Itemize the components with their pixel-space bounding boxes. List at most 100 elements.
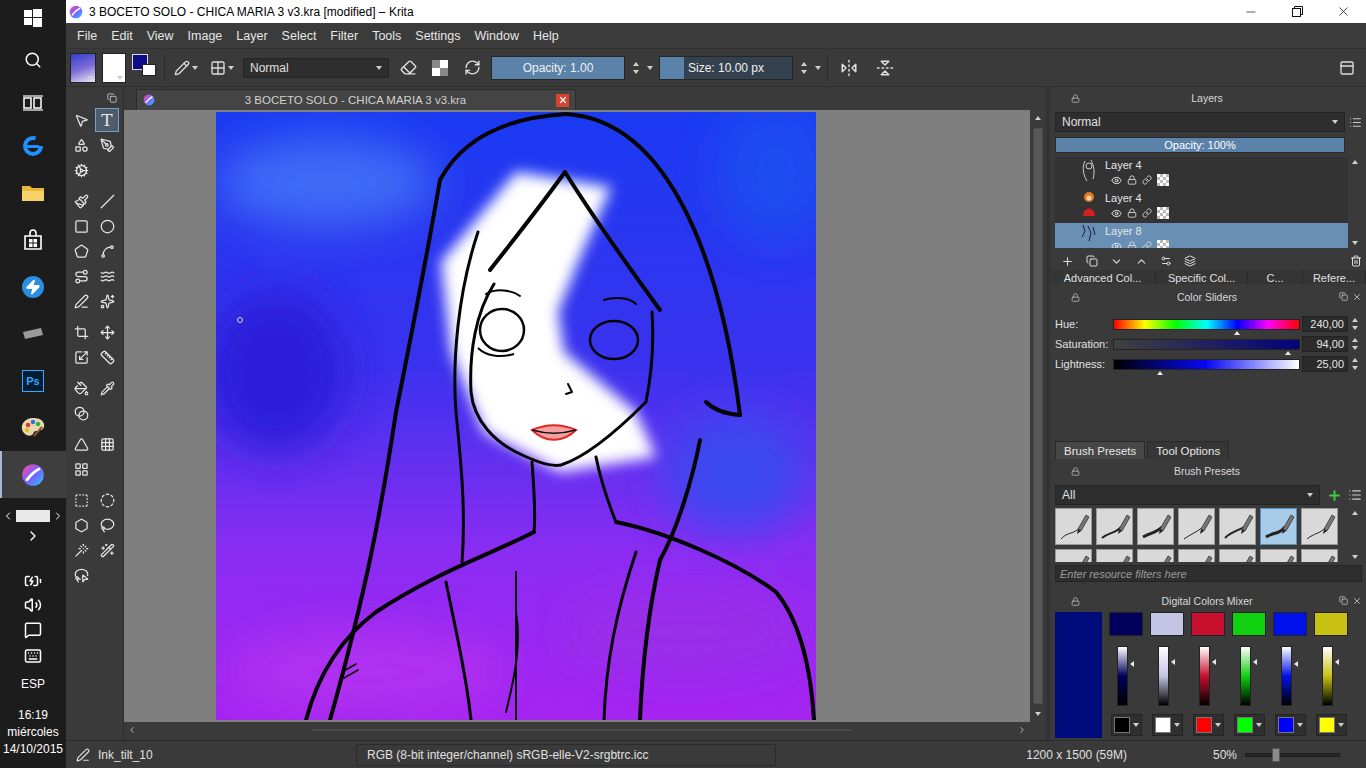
move-down-icon[interactable] (1110, 255, 1123, 268)
notification-icon[interactable] (24, 621, 42, 639)
tool-button[interactable] (95, 189, 119, 213)
tool-button[interactable] (69, 133, 93, 157)
mixer-slider[interactable] (1240, 646, 1251, 706)
layer-row[interactable]: Layer 8 (1055, 223, 1348, 248)
vertical-scrollbar[interactable] (1030, 110, 1046, 722)
mixer-slider[interactable] (1117, 646, 1128, 706)
minimize-button[interactable] (1228, 0, 1274, 23)
preset-tile[interactable] (1055, 549, 1092, 562)
menu-item[interactable]: Filter (323, 29, 365, 43)
reload-preset-button[interactable] (459, 54, 485, 82)
tool-button[interactable] (95, 432, 119, 456)
eraser-mode-button[interactable] (395, 54, 421, 82)
blend-mode-select[interactable]: Normal (243, 58, 389, 78)
size-spin[interactable] (799, 62, 809, 74)
mixer-slider[interactable] (1281, 646, 1292, 706)
tool-button[interactable] (69, 320, 93, 344)
mixer-slider[interactable] (1322, 646, 1333, 706)
move-up-icon[interactable] (1135, 255, 1148, 268)
taskbar-scroller[interactable] (0, 508, 66, 524)
tool-button[interactable] (95, 264, 119, 288)
inherit-alpha-icon[interactable] (1142, 175, 1152, 185)
close-icon[interactable] (1352, 292, 1362, 302)
float-icon[interactable] (107, 93, 117, 103)
menu-item[interactable]: File (70, 29, 104, 43)
duplicate-layer-icon[interactable] (1086, 255, 1098, 267)
preset-tile[interactable] (1219, 549, 1256, 562)
tool-button[interactable] (69, 376, 93, 400)
folder-icon[interactable] (21, 183, 45, 203)
mirror-horizontal-button[interactable] (834, 54, 864, 82)
tool-button[interactable] (69, 538, 93, 562)
chevron-right-icon[interactable] (25, 528, 41, 544)
inherit-alpha-icon[interactable] (1142, 241, 1152, 248)
mixer-swatch[interactable] (1191, 612, 1225, 636)
opacity-spin[interactable] (631, 62, 641, 74)
tool-button[interactable]: T (95, 108, 119, 132)
chevron-left-icon[interactable] (127, 725, 137, 735)
preset-tile[interactable] (1137, 508, 1174, 545)
preset-tile[interactable] (1096, 549, 1133, 562)
float-icon[interactable] (1339, 292, 1348, 301)
mirror-vertical-button[interactable] (870, 54, 900, 82)
menu-item[interactable]: Settings (408, 29, 467, 43)
tool-button[interactable] (95, 289, 119, 313)
tool-button[interactable] (69, 432, 93, 456)
mixer-marker[interactable] (1253, 659, 1257, 665)
zoom-slider[interactable] (1245, 753, 1340, 757)
mixer-preset-button[interactable] (1193, 714, 1224, 736)
size-slider[interactable]: Size: 10.00 px (659, 56, 793, 80)
layer-row[interactable]: Layer 4 (1055, 157, 1348, 190)
docker-tab[interactable]: Specific Col... (1156, 270, 1248, 284)
taskbar-item[interactable]: Ps (0, 357, 66, 404)
preset-tile[interactable] (1096, 508, 1133, 545)
menu-item[interactable]: Tools (365, 29, 408, 43)
taskbar-item[interactable] (0, 263, 66, 310)
current-color[interactable] (1055, 612, 1102, 738)
opacity-slider[interactable]: Opacity: 1.00 (491, 56, 625, 80)
tool-button[interactable] (95, 513, 119, 537)
mixer-marker[interactable] (1171, 659, 1175, 665)
workspace-button[interactable] (1334, 54, 1360, 82)
docker-tab[interactable]: Refere... (1303, 270, 1366, 284)
tool-button[interactable] (69, 345, 93, 369)
tool-button[interactable] (69, 563, 93, 587)
mixer-swatch[interactable] (1109, 612, 1143, 636)
color-selector[interactable] (132, 54, 158, 82)
mixer-marker[interactable] (1130, 661, 1134, 667)
input-language[interactable]: ESP (0, 669, 66, 699)
chevron-right-icon[interactable] (52, 510, 64, 522)
canvas-viewport[interactable] (124, 110, 1030, 722)
alpha-lock-icon[interactable] (1157, 174, 1169, 186)
action-center[interactable] (0, 617, 66, 643)
taskbar-item[interactable] (0, 169, 66, 216)
mixer-preset-button[interactable] (1111, 714, 1142, 736)
tool-button[interactable] (95, 214, 119, 238)
tool-button[interactable] (95, 538, 119, 562)
slider-value[interactable]: 240,00 (1302, 316, 1348, 332)
mixer-preset-button[interactable] (1234, 714, 1265, 736)
taskbar-item[interactable] (0, 122, 66, 169)
windows-logo-icon[interactable] (24, 9, 42, 27)
mixer-preset-button[interactable] (1316, 714, 1347, 736)
preset-tile[interactable] (1301, 508, 1338, 545)
visibility-icon[interactable] (1111, 208, 1122, 219)
tool-button[interactable] (95, 239, 119, 263)
preset-tile[interactable] (1260, 508, 1297, 545)
preserve-alpha-button[interactable] (427, 54, 453, 82)
alpha-lock-icon[interactable] (1157, 240, 1169, 248)
menu-item[interactable]: View (140, 29, 181, 43)
taskbar-item[interactable] (0, 0, 66, 36)
color-slider[interactable] (1113, 339, 1300, 350)
brush-preset-button[interactable] (171, 54, 201, 82)
task-view-icon[interactable] (23, 95, 43, 111)
tool-button[interactable] (69, 289, 93, 313)
restore-button[interactable] (1274, 0, 1320, 23)
preset-scrollbar[interactable] (1348, 508, 1362, 562)
taskbar-item[interactable] (0, 451, 66, 498)
layer-opacity-slider[interactable]: Opacity: 100% (1055, 137, 1345, 153)
paint-palette-icon[interactable] (20, 416, 46, 440)
tool-button[interactable] (69, 108, 93, 132)
menu-item[interactable]: Window (468, 29, 526, 43)
slider-marker[interactable] (1157, 371, 1163, 375)
